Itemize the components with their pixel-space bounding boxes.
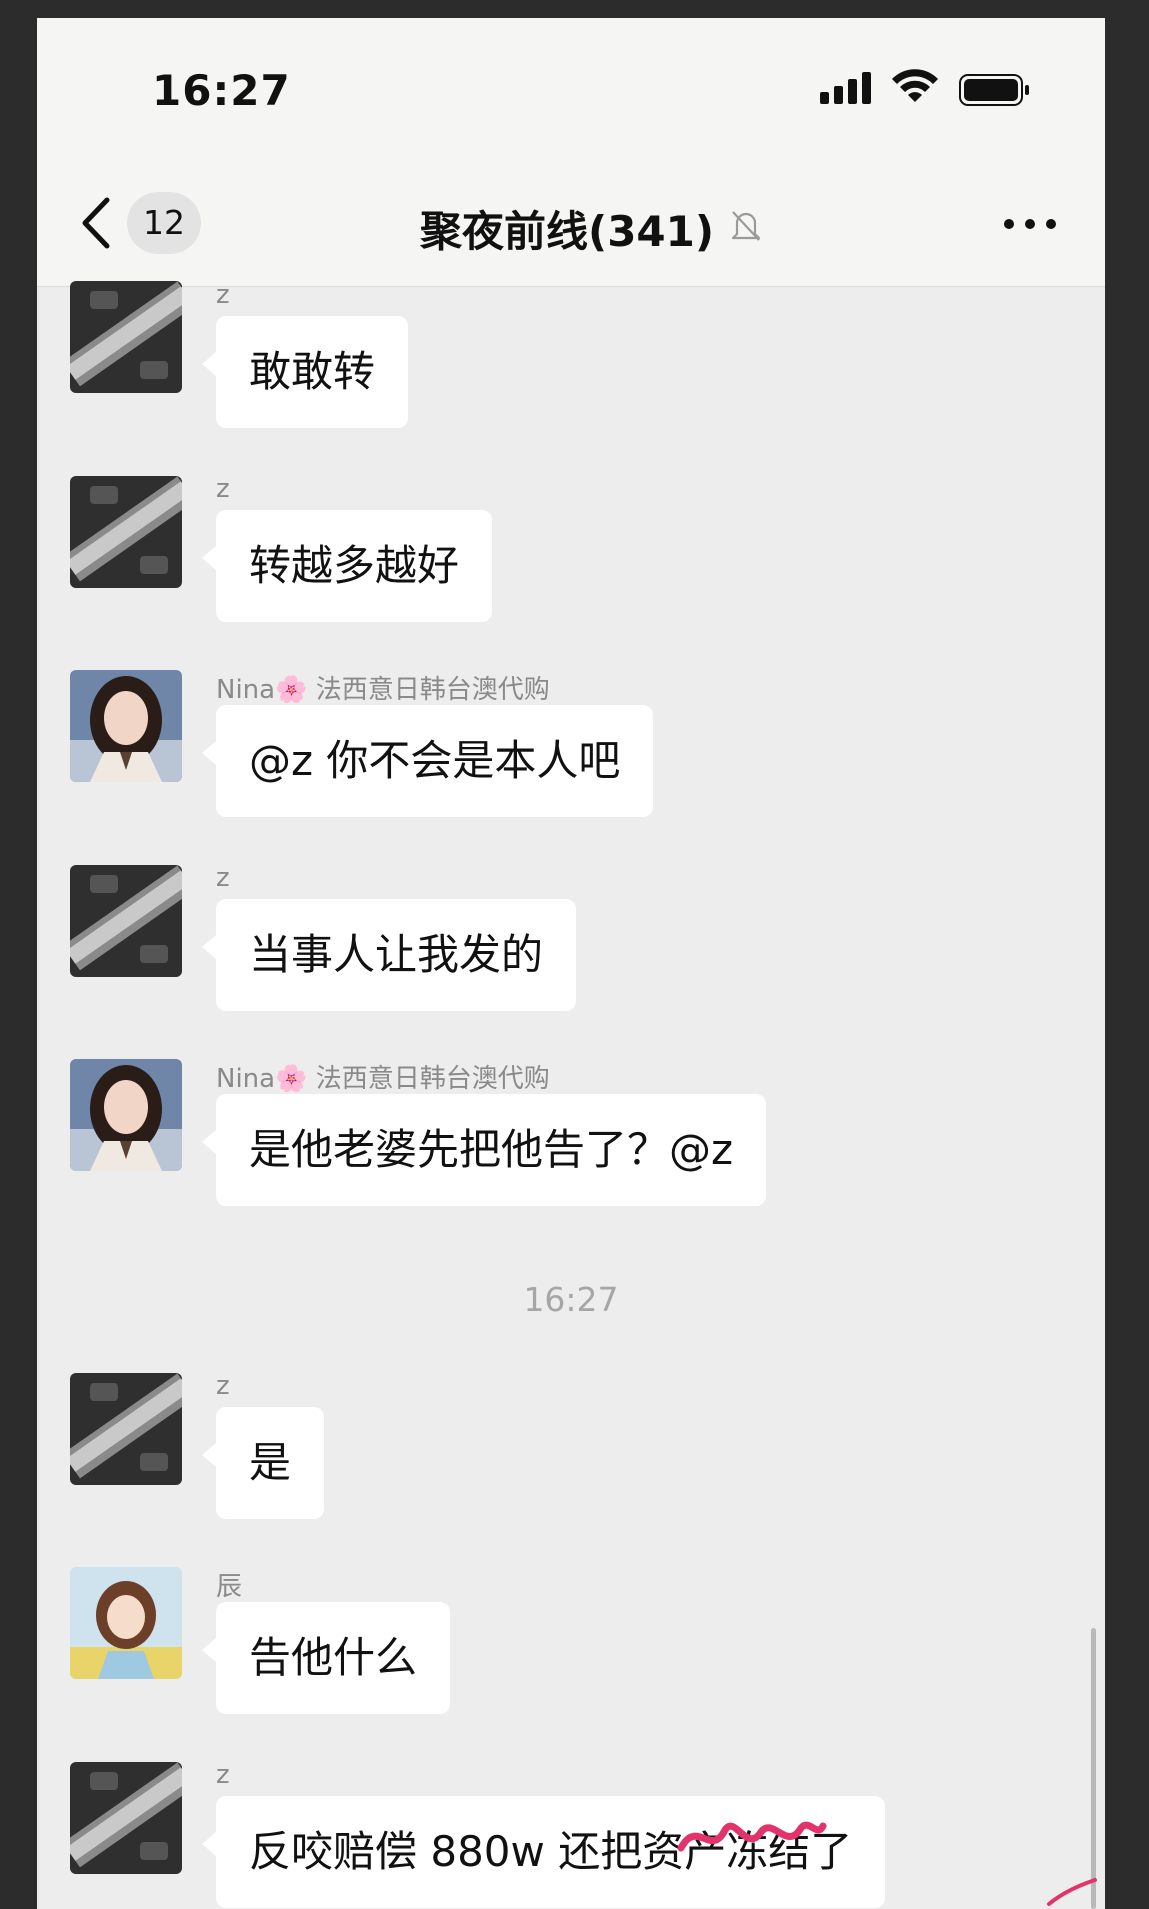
pen-mark xyxy=(1047,1878,1097,1906)
status-bar: 16:27 xyxy=(37,18,1105,158)
keyboard-avatar[interactable] xyxy=(70,865,182,977)
woman-avatar[interactable] xyxy=(70,670,182,782)
sender-name: z xyxy=(216,1371,230,1401)
message-bubble[interactable]: 是 xyxy=(201,1407,325,1519)
sender-name: z xyxy=(216,280,230,310)
sender-name: Nina🌸 法西意日韩台澳代购 xyxy=(216,1064,550,1094)
sender-name: z xyxy=(216,863,230,893)
keyboard-avatar[interactable] xyxy=(70,281,182,393)
woman-avatar[interactable] xyxy=(70,1059,182,1171)
chat-title: 聚夜前线(341) xyxy=(420,207,715,256)
sender-name: 辰 xyxy=(216,1572,243,1602)
message-bubble[interactable]: 告他什么 xyxy=(201,1602,451,1714)
signal-icon xyxy=(820,72,871,104)
back-arrow-icon[interactable] xyxy=(79,196,113,250)
message-timestamp: 16:27 xyxy=(523,1280,619,1319)
message-bubble[interactable]: 敢敢转 xyxy=(201,316,409,428)
more-options-icon[interactable] xyxy=(1003,218,1057,230)
mute-bell-icon xyxy=(731,211,761,241)
scribble-overlay xyxy=(677,1821,827,1852)
unread-count-badge[interactable]: 12 xyxy=(127,192,201,254)
message-bubble[interactable]: 是他老婆先把他告了？@z xyxy=(201,1094,767,1206)
sender-name: z xyxy=(216,1760,230,1790)
sender-name: Nina🌸 法西意日韩台澳代购 xyxy=(216,675,550,705)
message-bubble[interactable]: 当事人让我发的 xyxy=(201,899,577,1011)
chat-header: 12 聚夜前线(341) xyxy=(37,158,1105,287)
status-time: 16:27 xyxy=(152,66,291,115)
message-bubble[interactable]: 转越多越好 xyxy=(201,510,493,622)
message-bubble[interactable]: @z 你不会是本人吧 xyxy=(201,705,654,817)
chat-screen: 16:27 12 聚夜前线(341) z 敢敢转 z 转越多越好 Nina🌸 法… xyxy=(37,18,1105,1909)
girl-avatar[interactable] xyxy=(70,1567,182,1679)
keyboard-avatar[interactable] xyxy=(70,476,182,588)
sender-name: z xyxy=(216,474,230,504)
keyboard-avatar[interactable] xyxy=(70,1762,182,1874)
battery-icon xyxy=(959,74,1029,106)
scrollbar[interactable] xyxy=(1091,1628,1096,1909)
keyboard-avatar[interactable] xyxy=(70,1373,182,1485)
wifi-icon xyxy=(892,69,938,102)
